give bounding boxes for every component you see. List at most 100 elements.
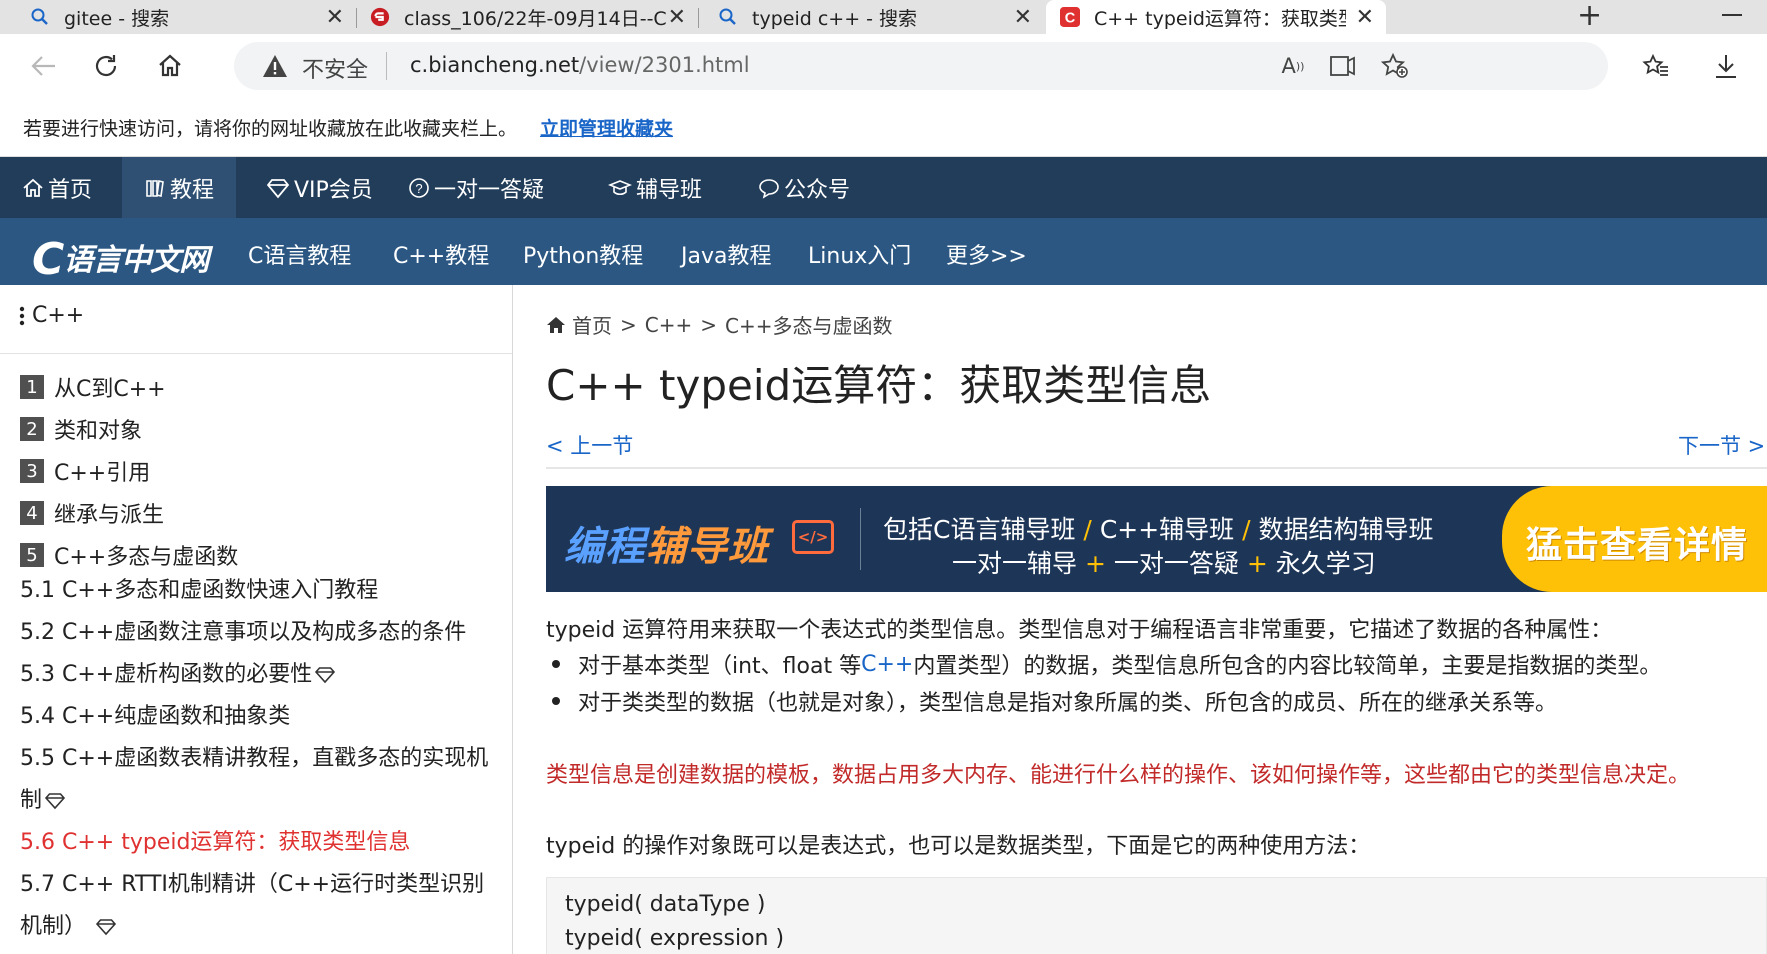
intro-paragraph: typeid 运算符用来获取一个表达式的类型信息。类型信息对于编程语言非常重要，… — [546, 618, 1613, 643]
banner-line-1: 包括C语言辅导班 / C++辅导班 / 数据结构辅导班 — [883, 515, 1434, 544]
breadcrumb-chapter[interactable]: C++多态与虚函数 — [725, 310, 892, 339]
bullet-dot — [552, 697, 560, 705]
tab-title: typeid c++ - 搜索 — [752, 7, 918, 30]
diamond-icon — [266, 178, 290, 198]
search-icon — [30, 7, 50, 27]
cpp-link[interactable]: C++ — [861, 652, 913, 677]
sidebar-section[interactable]: 5.4 C++纯虚函数和抽象类 — [20, 696, 500, 738]
refresh-icon — [95, 55, 117, 77]
tab-gitee-class[interactable]: class_106/22年-09月14日--C++多 ✕ — [356, 0, 699, 34]
chapter-number: 1 — [20, 375, 44, 399]
download-icon — [1716, 55, 1736, 78]
browser-toolbar: 不安全 c.biancheng.net/view/2301.html A)) — [0, 34, 1767, 98]
page-title: C++ typeid运算符：获取类型信息 — [546, 361, 1212, 410]
code-line: typeid( expression ) — [565, 926, 785, 951]
sidebar-section[interactable]: 5.3 C++虚析构函数的必要性 — [20, 654, 500, 696]
sidebar-chapter[interactable]: 5 C++多态与虚函数 — [20, 539, 238, 571]
tab-title: C++ typeid运算符：获取类型信息 — [1094, 7, 1346, 30]
favorites-icon — [1642, 53, 1668, 76]
sidebar-chapter[interactable]: 1 从C到C++ — [20, 371, 166, 403]
vip-diamond-icon — [95, 919, 117, 936]
tab-gitee-search[interactable]: gitee - 搜索 ✕ — [0, 0, 357, 34]
home-icon — [23, 178, 43, 197]
code-icon: </> — [792, 520, 834, 554]
sidebar-chapter[interactable]: 2 类和对象 — [20, 413, 142, 445]
search-icon — [718, 7, 738, 27]
immersive-reader-icon[interactable] — [1328, 52, 1358, 80]
chapter-number: 4 — [20, 501, 44, 525]
cap-icon — [608, 179, 632, 195]
list-item: 对于基本类型（int、float 等 C++ 内置类型）的数据，类型信息所包含的内容… — [552, 648, 1661, 680]
url-text[interactable]: c.biancheng.net/view/2301.html — [410, 53, 750, 77]
prev-section-link[interactable]: < 上一节 — [546, 430, 633, 460]
nav-home[interactable]: 首页 — [0, 157, 114, 218]
favorites-bar: 若要进行快速访问，请将你的网址收藏放在此收藏夹栏上。 立即管理收藏夹 — [0, 98, 1767, 157]
home-icon — [547, 316, 565, 333]
subnav-more[interactable]: 更多>> — [946, 238, 1027, 270]
site-sub-nav: C语言中文网 C语言教程 C++教程 Python教程 Java教程 Linux… — [0, 218, 1767, 285]
question-icon: ? — [409, 177, 429, 198]
breadcrumb-cpp[interactable]: C++ — [645, 313, 692, 337]
book-icon — [146, 179, 164, 197]
nav-vip[interactable]: VIP会员 — [244, 157, 395, 218]
subnav-cpp[interactable]: C++教程 — [393, 238, 489, 270]
back-button[interactable] — [24, 46, 64, 86]
refresh-button[interactable] — [86, 46, 126, 86]
vip-diamond-icon — [44, 793, 66, 810]
sidebar-section[interactable]: 5.5 C++虚函数表精讲教程，直戳多态的实现机制 — [20, 738, 500, 822]
subnav-linux[interactable]: Linux入门 — [808, 238, 911, 270]
close-icon[interactable]: ✕ — [668, 5, 686, 30]
sidebar-section[interactable]: 5.1 C++多态和虚函数快速入门教程 — [20, 570, 500, 612]
sidebar-section-active[interactable]: 5.6 C++ typeid运算符：获取类型信息 — [20, 822, 500, 864]
nav-wechat[interactable]: 公众号 — [736, 157, 872, 218]
warning-icon[interactable] — [262, 54, 288, 82]
vip-diamond-icon — [315, 667, 336, 684]
read-aloud-icon[interactable]: A)) — [1278, 52, 1308, 80]
svg-text:?: ? — [415, 181, 422, 196]
highlight-paragraph: 类型信息是创建数据的模板，数据占用多大内存、能进行什么样的操作、该如何操作等，这… — [546, 763, 1691, 788]
list-item: 对于类类型的数据（也就是对象），类型信息是指对象所属的类、所包含的成员、所在的继… — [552, 685, 1557, 717]
add-favorite-icon[interactable] — [1380, 52, 1410, 80]
code-line: typeid( dataType ) — [565, 892, 766, 917]
downloads-button[interactable] — [1710, 50, 1742, 82]
nav-class[interactable]: 辅导班 — [586, 157, 724, 218]
gitee-icon — [370, 7, 390, 27]
banner-title: 编程辅导班 — [564, 524, 769, 570]
sidebar-chapter[interactable]: 4 继承与派生 — [20, 497, 164, 529]
new-tab-button[interactable]: + — [1577, 0, 1602, 32]
subnav-c[interactable]: C语言教程 — [248, 238, 351, 270]
banner-line-2: 一对一辅导 + 一对一答疑 + 永久学习 — [952, 549, 1376, 578]
sidebar-chapter[interactable]: 3 C++引用 — [20, 455, 150, 487]
svg-text:C: C — [1065, 10, 1076, 26]
breadcrumb-home[interactable]: 首页 — [572, 310, 612, 339]
address-bar[interactable]: 不安全 c.biancheng.net/view/2301.html A)) — [234, 42, 1608, 90]
chapter-number: 2 — [20, 417, 44, 441]
code-block: typeid( dataType ) typeid( expression ) — [546, 877, 1767, 954]
site-logo[interactable]: C语言中文网 — [32, 230, 209, 285]
subnav-python[interactable]: Python教程 — [523, 238, 643, 270]
nav-tutorial[interactable]: 教程 — [122, 157, 237, 218]
home-button[interactable] — [150, 46, 190, 86]
subnav-java[interactable]: Java教程 — [681, 238, 771, 270]
sidebar: C++ 1 从C到C++ 2 类和对象 3 C++引用 4 继承与派生 5 C+… — [0, 285, 513, 954]
close-icon[interactable]: ✕ — [326, 5, 344, 30]
favorites-button[interactable] — [1640, 50, 1672, 82]
breadcrumb: 首页 > C++ > C++多态与虚函数 — [546, 310, 901, 339]
ad-banner[interactable]: 编程辅导班 </> 包括C语言辅导班 / C++辅导班 / 数据结构辅导班 一对… — [546, 486, 1767, 592]
manage-favorites-link[interactable]: 立即管理收藏夹 — [540, 114, 673, 141]
more-vert-icon — [19, 306, 25, 325]
tab-typeid-search[interactable]: typeid c++ - 搜索 ✕ — [698, 0, 1044, 34]
close-icon[interactable]: ✕ — [1356, 5, 1374, 30]
tab-title: gitee - 搜索 — [64, 7, 170, 30]
insecure-label[interactable]: 不安全 — [302, 52, 368, 84]
site-c-icon: C — [1060, 7, 1080, 27]
banner-details-button[interactable]: 猛击查看详情 — [1502, 486, 1767, 592]
chat-icon — [759, 178, 779, 199]
sidebar-section[interactable]: 5.7 C++ RTTI机制精讲（C++运行时类型识别机制） — [20, 864, 500, 948]
sidebar-section[interactable]: 5.2 C++虚函数注意事项以及构成多态的条件 — [20, 612, 500, 654]
close-icon[interactable]: ✕ — [1014, 5, 1032, 30]
minimize-icon[interactable] — [1722, 14, 1742, 16]
next-section-link[interactable]: 下一节 > — [1678, 430, 1765, 460]
tab-typeid-article[interactable]: C C++ typeid运算符：获取类型信息 ✕ — [1046, 0, 1386, 34]
nav-qa[interactable]: ? 一对一答疑 — [386, 157, 566, 218]
